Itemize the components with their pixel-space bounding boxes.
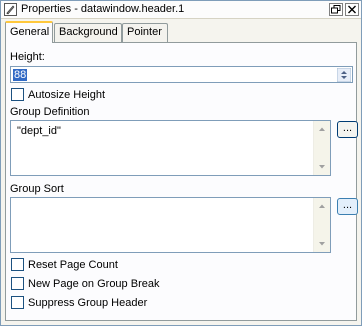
- reset-page-count-label: Reset Page Count: [28, 259, 118, 271]
- title-bar: Properties - datawindow.header.1: [1, 1, 361, 19]
- tab-general[interactable]: General: [5, 21, 53, 43]
- group-sort-field[interactable]: [10, 197, 331, 253]
- group-sort-scrollbar[interactable]: [313, 198, 330, 252]
- autosize-height-label: Autosize Height: [28, 89, 106, 101]
- new-page-on-group-break-checkbox[interactable]: [11, 277, 24, 290]
- group-sort-browse-label: ...: [342, 199, 353, 211]
- spin-arrows-icon[interactable]: [337, 68, 351, 82]
- group-definition-value: "dept_id": [17, 125, 61, 137]
- height-label: Height:: [10, 51, 45, 63]
- tab-background-label: Background: [59, 26, 118, 38]
- properties-icon: [4, 3, 17, 16]
- group-sort-label: Group Sort: [10, 183, 64, 195]
- scroll-down-icon[interactable]: [317, 163, 327, 171]
- group-definition-browse-button[interactable]: ...: [337, 121, 358, 138]
- new-page-on-group-break-label: New Page on Group Break: [28, 278, 160, 290]
- group-definition-scrollbar[interactable]: [313, 121, 330, 175]
- group-definition-field[interactable]: "dept_id": [10, 120, 331, 176]
- close-icon: [348, 5, 356, 14]
- tab-background[interactable]: Background: [54, 23, 122, 42]
- group-definition-browse-label: ...: [342, 122, 353, 134]
- autosize-height-checkbox[interactable]: [11, 88, 24, 101]
- group-definition-label: Group Definition: [10, 106, 90, 118]
- height-spin-field[interactable]: 88: [10, 66, 353, 83]
- reset-page-count-checkbox[interactable]: [11, 258, 24, 271]
- window-title: Properties - datawindow.header.1: [21, 3, 185, 15]
- tab-general-label: General: [10, 26, 50, 38]
- suppress-group-header-checkbox[interactable]: [11, 296, 24, 309]
- tab-pointer-label: Pointer: [127, 26, 162, 38]
- tab-pointer[interactable]: Pointer: [122, 23, 168, 42]
- group-sort-browse-button[interactable]: ...: [337, 198, 358, 215]
- scroll-down-icon[interactable]: [317, 240, 327, 248]
- restore-button[interactable]: [329, 3, 343, 16]
- restore-icon: [331, 5, 341, 14]
- properties-window: Properties - datawindow.header.1 General…: [0, 0, 362, 326]
- close-button[interactable]: [345, 3, 359, 16]
- height-value: 88: [13, 69, 28, 81]
- general-panel: Height: 88 Autosize Height Group Definit…: [5, 42, 358, 321]
- scroll-up-icon[interactable]: [317, 202, 327, 210]
- scroll-up-icon[interactable]: [317, 125, 327, 133]
- suppress-group-header-label: Suppress Group Header: [28, 297, 148, 309]
